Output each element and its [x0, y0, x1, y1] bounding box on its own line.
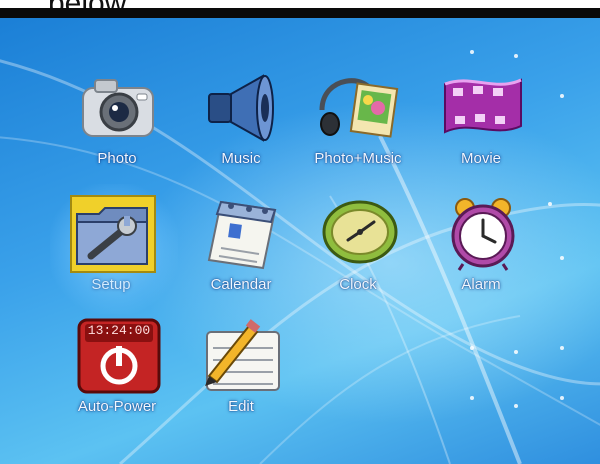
sparkle — [548, 202, 552, 206]
menu-item-edit[interactable]: Edit — [176, 314, 306, 434]
notepad-pencil-icon — [191, 314, 291, 396]
menu-item-label: Clock — [339, 276, 377, 293]
alarm-clock-icon — [431, 192, 531, 274]
power-timer-display: 13:24:00 — [87, 323, 151, 338]
device-screen: Photo Music Photo+Music Movie Setup Cale… — [0, 16, 600, 464]
menu-item-clock[interactable]: Clock — [293, 192, 423, 312]
sparkle — [560, 94, 564, 98]
menu-item-photo-music[interactable]: Photo+Music — [293, 66, 423, 186]
sparkle — [514, 54, 518, 58]
speaker-icon — [191, 66, 291, 148]
menu-item-label: Calendar — [210, 276, 272, 293]
power-timer-icon: 13:24:00 — [67, 314, 167, 396]
screen-frame-top — [0, 8, 600, 18]
menu-item-label: Auto-Power — [77, 398, 157, 415]
calendar-icon — [191, 192, 291, 274]
menu-item-music[interactable]: Music — [176, 66, 306, 186]
menu-item-label: Movie — [460, 150, 501, 167]
menu-item-photo[interactable]: Photo — [52, 66, 182, 186]
sparkle — [514, 404, 518, 408]
menu-item-label: Setup — [91, 276, 131, 293]
menu-item-setup[interactable]: Setup — [46, 184, 178, 314]
menu-item-auto-power[interactable]: 13:24:00 Auto-Power — [52, 314, 182, 434]
menu-item-label: Photo+Music — [314, 150, 402, 167]
film-strip-icon — [431, 66, 531, 148]
menu-item-alarm[interactable]: Alarm — [416, 192, 546, 312]
sparkle — [560, 346, 564, 350]
menu-item-label: Edit — [228, 398, 254, 415]
camera-icon — [67, 66, 167, 148]
sparkle — [514, 350, 518, 354]
sparkle — [560, 256, 564, 260]
sparkle — [470, 396, 474, 400]
menu-item-calendar[interactable]: Calendar — [176, 192, 306, 312]
headphones-photo-icon — [308, 66, 408, 148]
sparkle — [470, 346, 474, 350]
menu-item-label: Photo — [97, 150, 137, 167]
menu-item-label: Music — [221, 150, 261, 167]
clock-icon — [308, 192, 408, 274]
sparkle — [560, 396, 564, 400]
folder-wrench-icon — [61, 192, 161, 274]
menu-item-label: Alarm — [461, 276, 501, 293]
sparkle — [470, 50, 474, 54]
menu-item-movie[interactable]: Movie — [416, 66, 546, 186]
